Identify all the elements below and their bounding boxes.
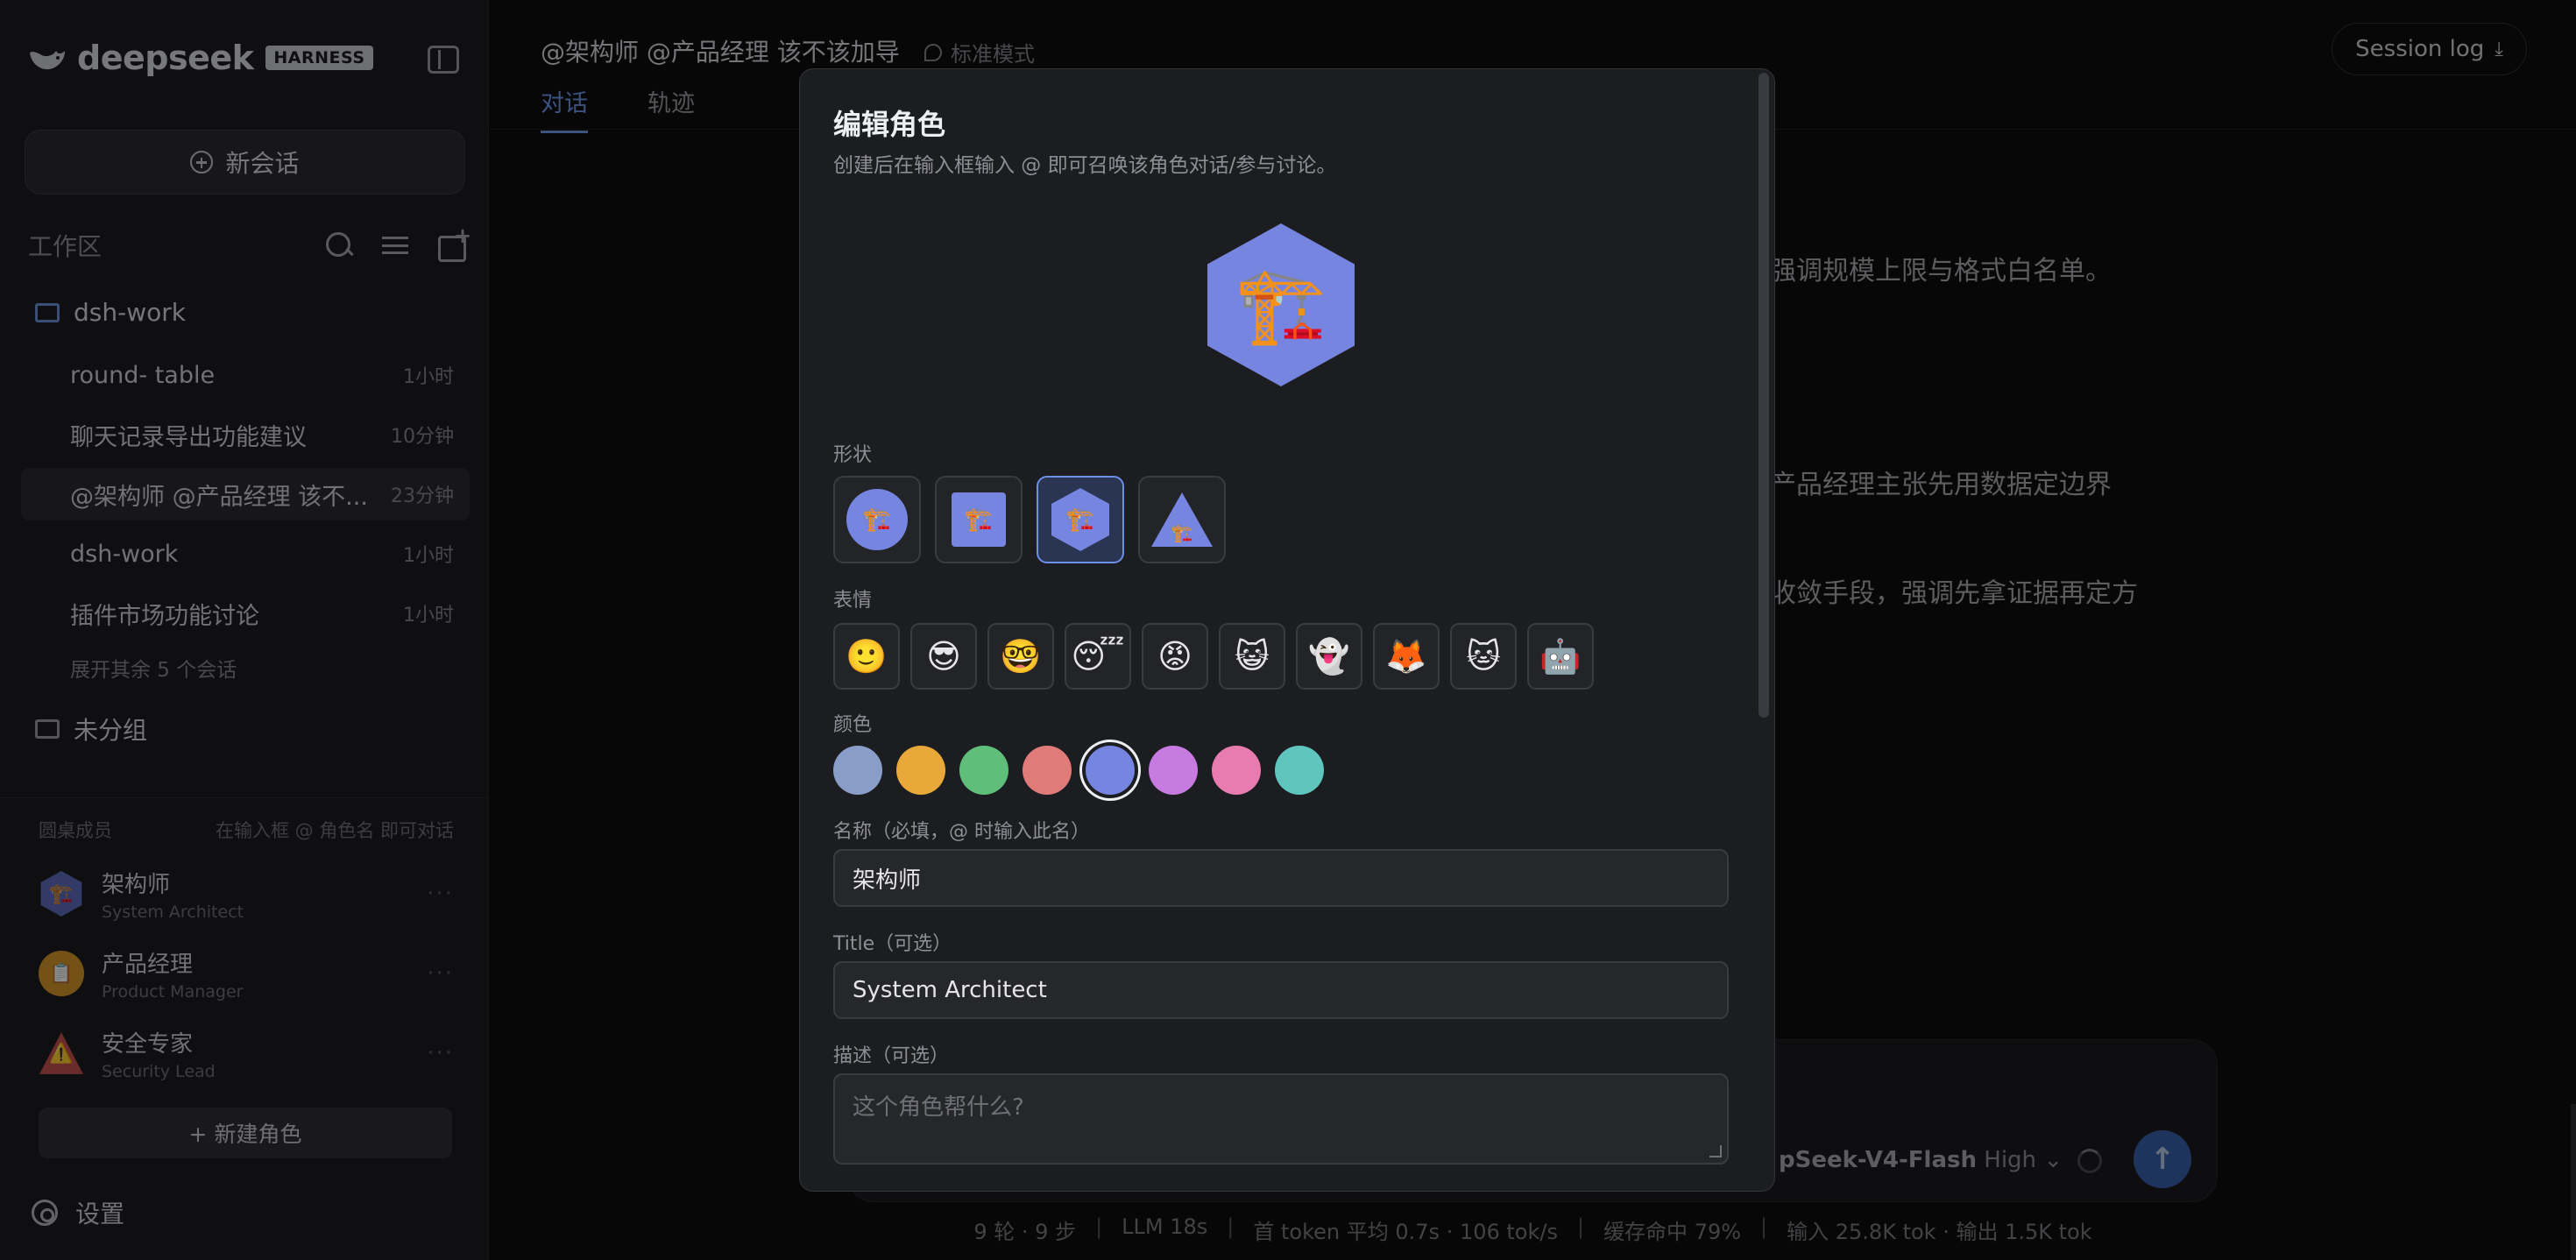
description-textarea[interactable]: 这个角色帮什么? xyxy=(833,1073,1729,1164)
shape-option-square[interactable]: 🏗️ xyxy=(935,476,1023,563)
shape-label: 形状 xyxy=(833,444,873,466)
color-swatch[interactable] xyxy=(1275,746,1324,795)
emoji-option[interactable]: 🐱 xyxy=(1450,623,1517,690)
color-swatch[interactable] xyxy=(1212,746,1261,795)
title-field-label: Title（可选） xyxy=(833,933,952,955)
emoji-option[interactable]: 😡 xyxy=(1142,623,1208,690)
circle-shape-icon: 🏗️ xyxy=(846,489,908,550)
emoji-option[interactable]: 🙂 xyxy=(833,623,900,690)
hexagon-shape-icon: 🏗️ xyxy=(1051,488,1109,551)
triangle-shape-icon: 🏗️ xyxy=(1151,492,1213,547)
app-window: deepseek HARNESS 新会话 工作区 dsh-work round-… xyxy=(0,0,2576,1260)
color-swatch[interactable] xyxy=(1149,746,1198,795)
edit-role-modal: 编辑角色 创建后在输入框输入 @ 即可召唤该角色对话/参与讨论。 🏗️ 形状 🏗… xyxy=(799,68,1775,1192)
name-input[interactable]: 架构师 xyxy=(833,849,1729,907)
color-swatch[interactable] xyxy=(833,746,882,795)
emoji-label: 表情 xyxy=(833,590,873,612)
emoji-option[interactable]: 😺 xyxy=(1219,623,1285,690)
emoji-option[interactable]: 😎 xyxy=(910,623,977,690)
modal-subtitle: 创建后在输入框输入 @ 即可召唤该角色对话/参与讨论。 xyxy=(833,154,1337,177)
emoji-option[interactable]: 🤖 xyxy=(1527,623,1594,690)
crane-icon: 🏗️ xyxy=(862,506,892,533)
color-swatch[interactable] xyxy=(1023,746,1072,795)
modal-title: 编辑角色 xyxy=(833,108,946,141)
resize-handle-icon[interactable] xyxy=(1709,1145,1722,1157)
crane-icon: 🏗️ xyxy=(964,506,994,533)
crane-icon: 🏗️ xyxy=(1235,261,1327,348)
description-placeholder: 这个角色帮什么? xyxy=(853,1094,1024,1121)
emoji-option[interactable]: 👻 xyxy=(1296,623,1362,690)
square-shape-icon: 🏗️ xyxy=(952,492,1006,547)
crane-icon: 🏗️ xyxy=(1171,522,1193,543)
color-swatch[interactable] xyxy=(959,746,1008,795)
shape-option-triangle[interactable]: 🏗️ xyxy=(1138,476,1226,563)
role-avatar-preview: 🏗️ xyxy=(1207,223,1355,386)
color-label: 颜色 xyxy=(833,714,873,736)
color-swatch[interactable] xyxy=(896,746,945,795)
name-field-label: 名称（必填，@ 时输入此名） xyxy=(833,821,1090,843)
shape-option-circle[interactable]: 🏗️ xyxy=(833,476,921,563)
emoji-option[interactable]: 🦊 xyxy=(1373,623,1440,690)
description-field-label: 描述（可选） xyxy=(833,1045,950,1067)
emoji-option[interactable]: 😴 xyxy=(1065,623,1131,690)
emoji-option[interactable]: 🤓 xyxy=(987,623,1054,690)
title-input[interactable]: System Architect xyxy=(833,961,1729,1019)
shape-option-hexagon[interactable]: 🏗️ xyxy=(1037,476,1124,563)
crane-icon: 🏗️ xyxy=(1065,506,1095,533)
modal-scrollbar[interactable] xyxy=(1759,73,1769,718)
color-swatch-selected[interactable] xyxy=(1086,746,1135,795)
